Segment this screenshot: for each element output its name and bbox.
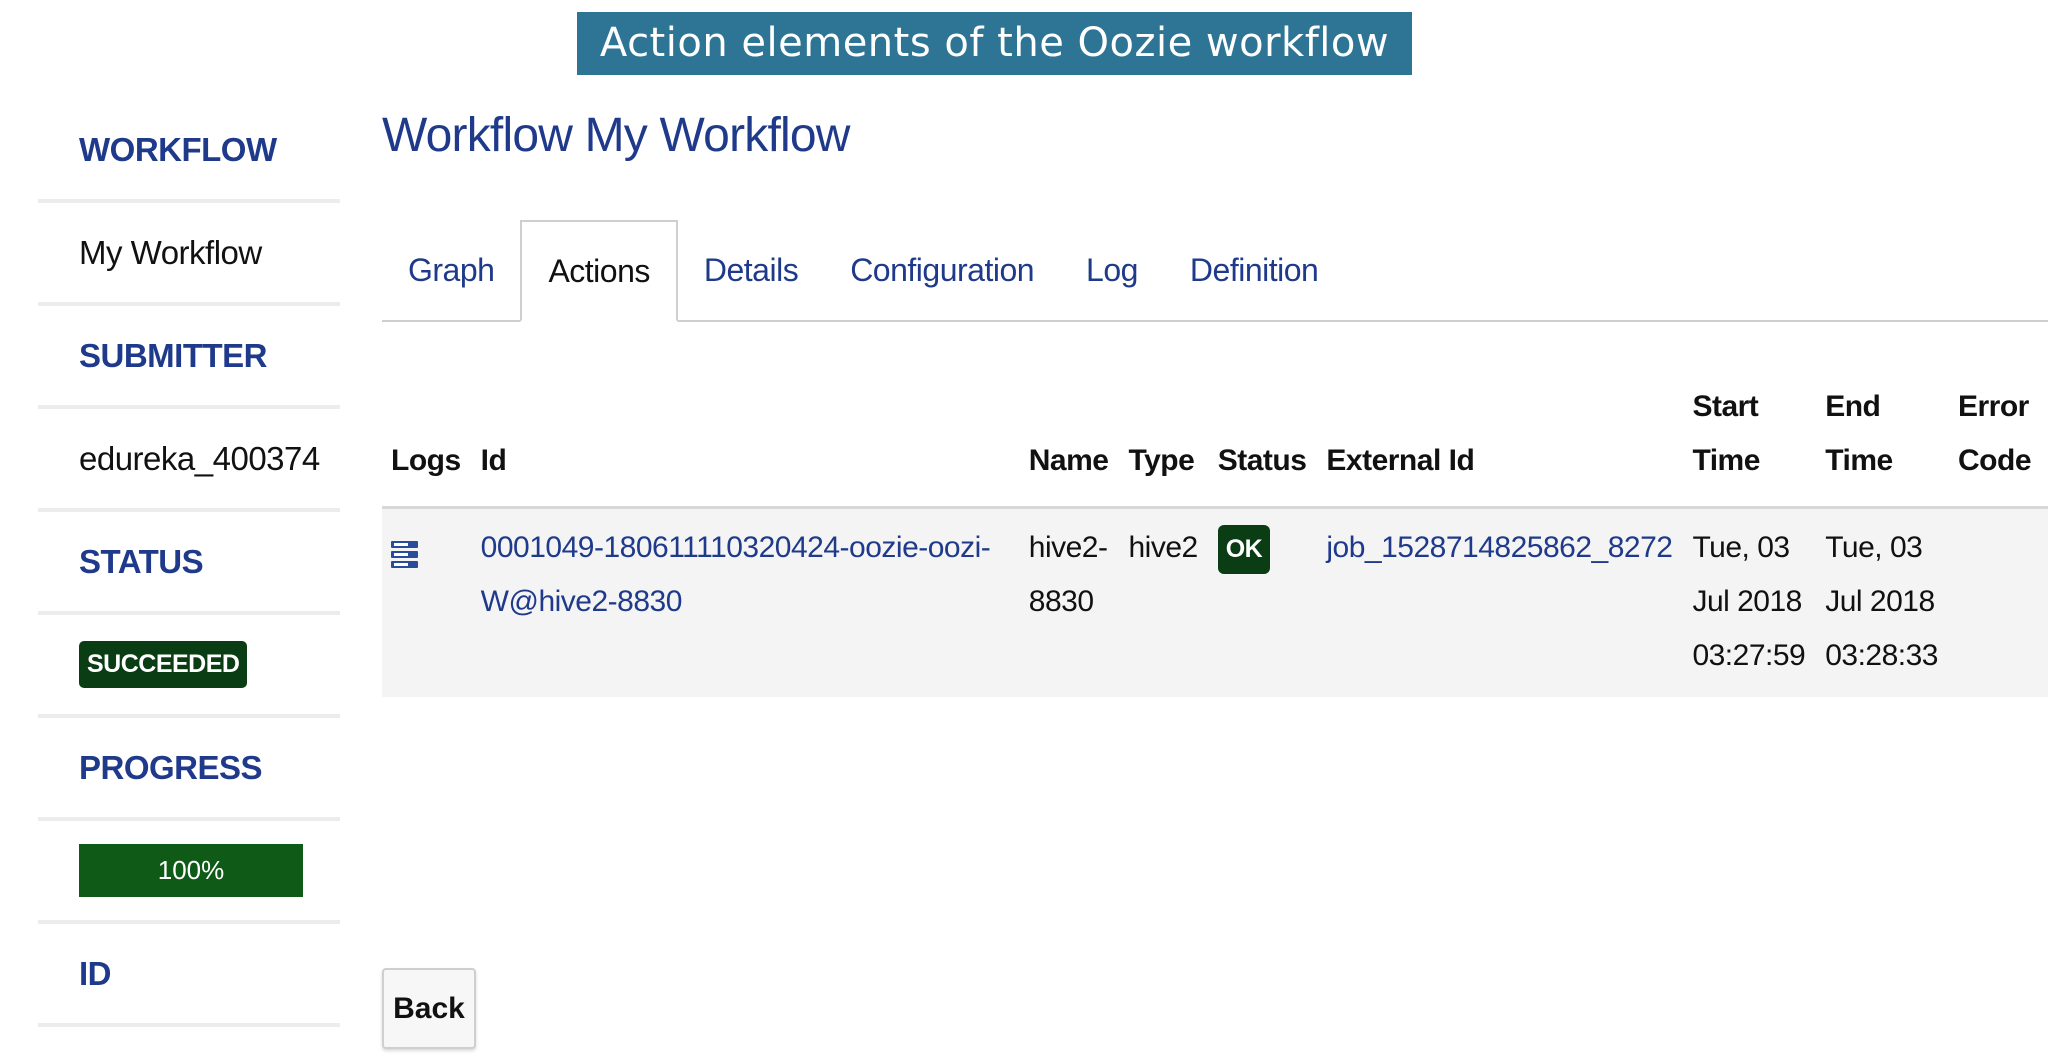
cell-external-id: job_1528714825862_8272 (1316, 508, 1682, 698)
cell-type: hive2 (1128, 531, 1198, 564)
sidebar-status-label-row: STATUS (38, 512, 340, 615)
col-name: Name (1028, 444, 1109, 477)
tab-log[interactable]: Log (1060, 220, 1164, 320)
sidebar-submitter-label-row: SUBMITTER (38, 306, 340, 409)
submitter-name: edureka_400374 (79, 439, 320, 477)
cell-error-code (1948, 508, 2048, 698)
cell-logs (382, 508, 471, 698)
workflow-name: My Workflow (79, 233, 262, 271)
sidebar-progress-value-row: 100% (38, 821, 340, 924)
id-label: ID (79, 954, 112, 992)
col-start-time-line1: Start (1692, 390, 1759, 423)
progress-text: 100% (157, 855, 225, 885)
col-id: Id (480, 444, 507, 477)
table-header-row: Logs Id Name Type Status External Id Sta… (382, 380, 2048, 508)
cell-status: OK (1208, 508, 1317, 698)
cell-name: hive2- 8830 (1019, 508, 1119, 698)
tab-actions[interactable]: Actions (520, 220, 678, 322)
tab-details[interactable]: Details (678, 220, 824, 320)
col-logs: Logs (391, 444, 461, 477)
tab-configuration[interactable]: Configuration (824, 220, 1060, 320)
table-row: 0001049-180611110320424-oozie-oozi-W@hiv… (382, 507, 2048, 698)
log-file-icon-svg (391, 541, 418, 568)
progress-bar: 100% (79, 844, 303, 897)
col-start-time: Start Time (1682, 380, 1815, 508)
status-ok-badge: OK (1217, 525, 1271, 574)
end-time-line1: Tue, 03 (1825, 531, 1923, 564)
slide-caption: Action elements of the Oozie workflow (577, 12, 1412, 75)
tab-bar: Graph Actions Details Configuration Log … (382, 218, 2048, 322)
col-end-time: End Time (1815, 380, 1948, 508)
end-time-line2: Jul 2018 (1825, 585, 1935, 618)
status-label: STATUS (79, 542, 204, 580)
col-status: Status (1217, 444, 1307, 477)
page-title: Workflow My Workflow (382, 109, 850, 162)
actions-table: Logs Id Name Type Status External Id Sta… (382, 380, 2048, 697)
cell-end-time: Tue, 03 Jul 2018 03:28:33 (1815, 508, 1948, 698)
cell-id: 0001049-180611110320424-oozie-oozi-W@hiv… (471, 508, 1019, 698)
col-error-code: Error Code (1948, 380, 2048, 508)
end-time-line3: 03:28:33 (1825, 639, 1938, 672)
sidebar-progress-label-row: PROGRESS (38, 718, 340, 821)
sidebar-id-label-row: ID (38, 924, 340, 1027)
tab-graph[interactable]: Graph (382, 220, 520, 320)
sidebar-workflow-value-row: My Workflow (38, 203, 340, 306)
start-time-line1: Tue, 03 (1692, 531, 1790, 564)
progress-label: PROGRESS (79, 748, 263, 786)
col-start-time-line2: Time (1692, 444, 1760, 477)
action-id-link[interactable]: 0001049-180611110320424-oozie-oozi-W@hiv… (481, 531, 991, 618)
external-id-link[interactable]: job_1528714825862_8272 (1326, 531, 1673, 564)
sidebar-status-value-row: SUCCEEDED (38, 615, 340, 718)
log-file-icon[interactable] (391, 533, 418, 568)
cell-start-time: Tue, 03 Jul 2018 03:27:59 (1682, 508, 1815, 698)
col-end-time-line1: End (1825, 390, 1881, 423)
workflow-label: WORKFLOW (79, 130, 277, 168)
sidebar: WORKFLOW My Workflow SUBMITTER edureka_4… (38, 100, 340, 1027)
submitter-label: SUBMITTER (79, 336, 268, 374)
action-name-line1: hive2- (1028, 531, 1108, 564)
actions-table-container: Logs Id Name Type Status External Id Sta… (382, 380, 2048, 697)
sidebar-workflow-label-row: WORKFLOW (38, 100, 340, 203)
back-button[interactable]: Back (382, 968, 476, 1049)
start-time-line2: Jul 2018 (1692, 585, 1802, 618)
action-name-line2: 8830 (1028, 585, 1094, 618)
col-type: Type (1128, 444, 1195, 477)
sidebar-submitter-value-row: edureka_400374 (38, 409, 340, 512)
tab-definition[interactable]: Definition (1164, 220, 1344, 320)
col-error-code-line2: Code (1958, 444, 2032, 477)
col-end-time-line2: Time (1825, 444, 1893, 477)
col-external-id: External Id (1326, 444, 1475, 477)
status-badge: SUCCEEDED (79, 641, 248, 688)
start-time-line3: 03:27:59 (1692, 639, 1806, 672)
col-error-code-line1: Error (1958, 390, 2029, 423)
